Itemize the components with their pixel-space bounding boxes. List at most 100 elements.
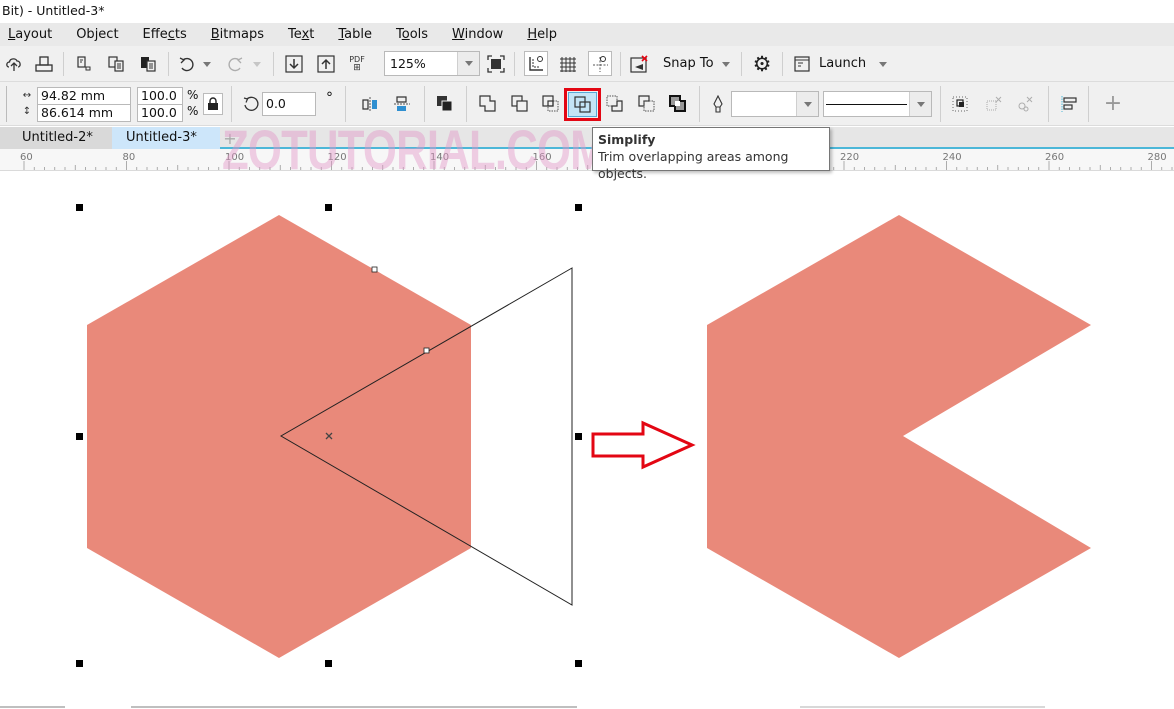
zoom-level-dropdown[interactable]: 125% [384, 51, 480, 76]
selection-handle[interactable] [325, 660, 332, 667]
publish-cloud-icon[interactable] [4, 54, 24, 74]
copy-icon[interactable] [106, 54, 126, 74]
lock-ratio-icon[interactable] [203, 93, 223, 115]
launch-icon[interactable] [792, 54, 812, 74]
ruler-label: 260 [1045, 152, 1064, 163]
launch-dropdown-icon[interactable] [877, 58, 889, 70]
right-arrow-icon [591, 420, 696, 470]
ruler-label: 140 [430, 152, 449, 163]
undo-dropdown-icon[interactable] [202, 58, 212, 70]
selection-handle[interactable] [575, 433, 582, 440]
menu-object[interactable]: Object [68, 24, 118, 46]
create-boundary-icon[interactable] [667, 93, 689, 115]
tab-untitled-2[interactable]: Untitled-2* [0, 127, 112, 149]
paste-icon[interactable] [138, 54, 158, 74]
trim-icon[interactable] [509, 93, 531, 115]
export-pdf-icon[interactable]: PDF ⊞ [345, 52, 369, 76]
height-icon: ↕ [22, 105, 32, 117]
snap-to-dropdown-icon[interactable] [720, 58, 732, 70]
mirror-vertical-icon[interactable] [391, 93, 413, 115]
align-distribute-icon[interactable] [1058, 93, 1080, 115]
node-marker[interactable] [371, 266, 378, 273]
menu-window[interactable]: Window [444, 24, 503, 46]
ruler-label: 80 [123, 152, 136, 163]
menu-table[interactable]: Table [330, 24, 372, 46]
snap-to-button[interactable]: Snap To [663, 55, 714, 73]
line-style-preview [826, 104, 907, 105]
undo-icon[interactable] [176, 54, 198, 74]
selection-handle[interactable] [76, 204, 83, 211]
export-icon[interactable] [315, 53, 337, 75]
launch-label: Launch [819, 56, 867, 71]
redo-dropdown-icon[interactable] [252, 58, 262, 70]
mirror-horizontal-icon[interactable] [359, 93, 381, 115]
snap-off-icon[interactable] [628, 53, 650, 75]
tooltip-description: Trim overlapping areas among objects. [598, 149, 789, 181]
outline-pen-icon [710, 93, 726, 115]
simplified-shape[interactable] [707, 215, 1091, 658]
ruler-label: 240 [943, 152, 962, 163]
property-bar: ↔ ↕ 94.82 mm 86.614 mm 100.0 100.0 % % 0… [0, 82, 1174, 126]
selection-handle[interactable] [325, 204, 332, 211]
import-icon[interactable] [283, 53, 305, 75]
drawing-canvas[interactable] [0, 172, 1174, 709]
scale-y-field[interactable]: 100.0 [137, 104, 183, 122]
window-title: Bit) - Untitled-3* [0, 0, 1174, 23]
show-grid-icon[interactable] [556, 51, 580, 76]
add-toolbar-item-icon[interactable]: + [1102, 91, 1124, 116]
scale-x-field[interactable]: 100.0 [137, 87, 183, 105]
selection-handle[interactable] [76, 433, 83, 440]
ungroup-icon[interactable] [1014, 93, 1036, 115]
degree-symbol: ° [326, 90, 333, 106]
object-height-field[interactable]: 86.614 mm [37, 104, 131, 122]
combine-icon[interactable] [434, 93, 456, 115]
menu-layout[interactable]: Layout [0, 24, 52, 46]
simplify-tooltip: Simplify Trim overlapping areas among ob… [592, 127, 830, 181]
ruler-label: 120 [328, 152, 347, 163]
chevron-down-icon[interactable] [909, 92, 931, 116]
chevron-down-icon[interactable] [457, 52, 479, 75]
front-minus-back-icon[interactable] [604, 93, 626, 115]
line-style-dropdown[interactable] [823, 91, 932, 117]
standard-toolbar: PDF ⊞ 125% Snap To ⚙ Launch [0, 46, 1174, 82]
outline-width-dropdown[interactable] [731, 91, 819, 117]
convert-outline-to-object-icon[interactable] [949, 93, 971, 115]
menu-help[interactable]: Help [519, 24, 557, 46]
options-gear-icon[interactable]: ⚙ [750, 52, 774, 76]
show-rulers-icon[interactable] [524, 51, 548, 76]
zoom-level-value: 125% [390, 56, 426, 71]
ruler-label: 60 [20, 152, 33, 163]
rotate-icon [240, 93, 262, 115]
tab-untitled-3[interactable]: Untitled-3* [112, 127, 220, 149]
weld-icon[interactable] [477, 93, 499, 115]
full-screen-preview-icon[interactable] [485, 53, 507, 75]
add-document-tab-icon[interactable]: + [222, 128, 238, 148]
tooltip-title: Simplify [598, 132, 656, 147]
break-apart-icon[interactable] [983, 93, 1005, 115]
show-guidelines-icon[interactable] [588, 51, 612, 76]
hexagon-shape[interactable] [87, 215, 471, 658]
print-icon[interactable] [34, 54, 54, 74]
redo-icon[interactable] [224, 54, 246, 74]
scale-x-percent: % [187, 88, 199, 102]
node-marker[interactable] [423, 347, 430, 354]
launch-button[interactable]: Launch [819, 55, 866, 73]
menu-bitmaps[interactable]: Bitmaps [203, 24, 264, 46]
menu-effects[interactable]: Effects [135, 24, 187, 46]
selection-handle[interactable] [575, 660, 582, 667]
selection-handle[interactable] [575, 204, 582, 211]
ruler-label: 220 [840, 152, 859, 163]
back-minus-front-icon[interactable] [636, 93, 658, 115]
ruler-label: 280 [1148, 152, 1167, 163]
selection-handle[interactable] [76, 660, 83, 667]
menu-text[interactable]: Text [280, 24, 314, 46]
object-width-field[interactable]: 94.82 mm [37, 87, 131, 105]
ruler-ticks: 6080100120140160180200220240260280 [20, 152, 1173, 170]
intersect-icon[interactable] [540, 93, 562, 115]
simplify-icon[interactable] [568, 92, 597, 117]
canvas-drawing [0, 204, 1091, 708]
rotation-angle-field[interactable]: 0.0 [262, 92, 316, 116]
cut-icon[interactable] [74, 54, 94, 74]
chevron-down-icon[interactable] [796, 92, 818, 116]
menu-tools[interactable]: Tools [388, 24, 428, 46]
